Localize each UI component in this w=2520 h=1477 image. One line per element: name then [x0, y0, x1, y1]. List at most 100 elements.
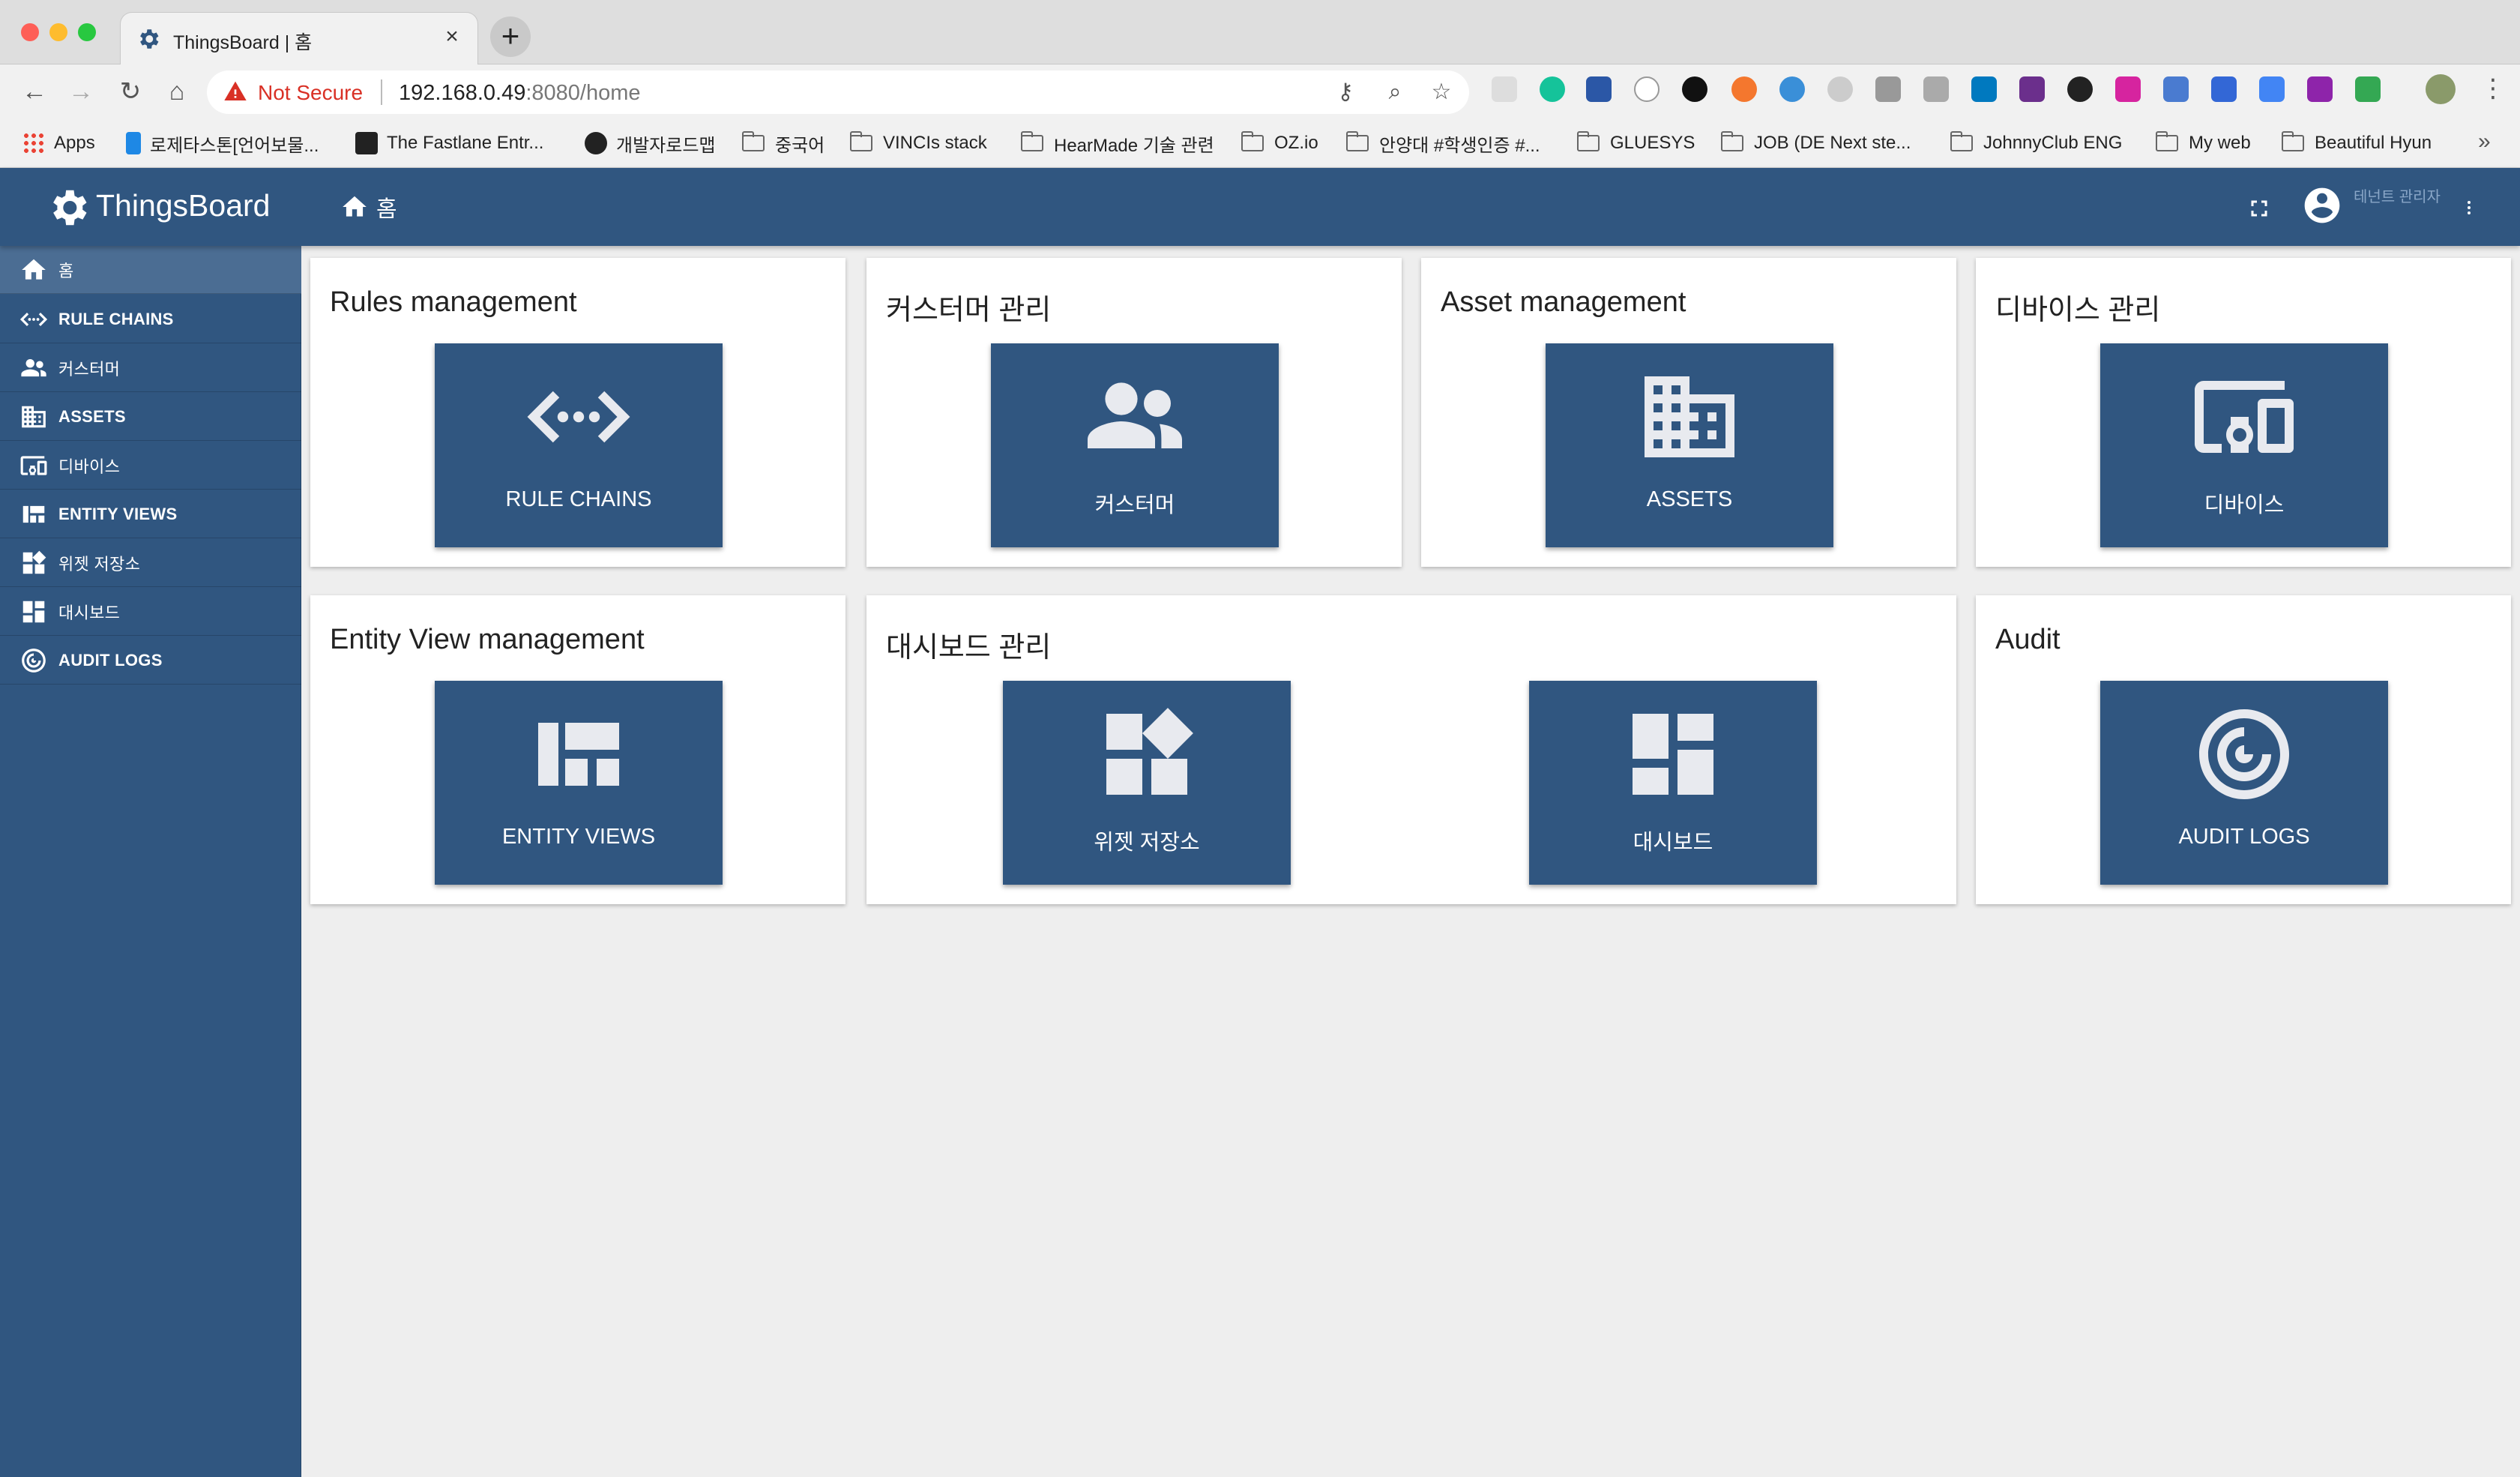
sidebar-item-rule-chains[interactable]: RULE CHAINS — [0, 295, 301, 343]
bookmark-folder[interactable]: HearMade 기술 관련 — [1020, 129, 1214, 157]
bookmark-folder[interactable]: 중국어 — [741, 129, 825, 157]
tab-close-icon[interactable]: × — [438, 23, 465, 50]
sidebar-item-entity-views[interactable]: ENTITY VIEWS — [0, 490, 301, 538]
tile-customers[interactable]: 커스터머 — [991, 343, 1279, 547]
bookmark-item[interactable]: 개발자로드맵 — [585, 129, 715, 157]
tile-entity-views[interactable]: ENTITY VIEWS — [435, 681, 723, 885]
tile-dashboards[interactable]: 대시보드 — [1529, 681, 1817, 885]
extension-green-icon[interactable] — [2355, 76, 2381, 102]
home-icon — [19, 256, 48, 284]
devices-icon — [19, 451, 48, 480]
sidebar-item-home[interactable]: 홈 — [0, 246, 301, 294]
url-text[interactable]: 192.168.0.49:8080/home — [399, 81, 641, 106]
new-tab-button[interactable]: + — [490, 16, 531, 57]
bookmark-folder[interactable]: OZ.io — [1241, 129, 1318, 157]
browser-toolbar: ← → ↻ ⌂ Not Secure 192.168.0.49:8080/hom… — [0, 64, 2520, 118]
bookmark-apps[interactable]: Apps — [22, 129, 95, 157]
security-label[interactable]: Not Secure — [258, 81, 363, 105]
sidebar-item-assets[interactable]: ASSETS — [0, 393, 301, 441]
bookmark-item[interactable]: The Fastlane Entr... — [355, 129, 543, 157]
bookmark-folder[interactable]: My web — [2155, 129, 2251, 157]
extension-instagram-icon[interactable] — [2115, 76, 2141, 102]
bookmark-label: My web — [2189, 133, 2251, 153]
extension-window-icon[interactable] — [1875, 76, 1901, 102]
extension-check-icon[interactable] — [2019, 76, 2045, 102]
extension-globe-icon[interactable] — [1779, 76, 1805, 102]
minimize-window-button[interactable] — [49, 23, 67, 41]
bookmark-star-icon[interactable]: ☆ — [1427, 78, 1456, 106]
widgets-icon — [1093, 700, 1201, 808]
breadcrumb[interactable]: 홈 — [340, 190, 397, 223]
bookmark-item[interactable]: 로제타스톤[언어보물... — [126, 129, 319, 157]
assets-icon — [1636, 363, 1743, 471]
bookmark-folder[interactable]: JOB (DE Next ste... — [1720, 129, 1911, 157]
extension-download-icon[interactable] — [2067, 76, 2093, 102]
sidebar-item-audit-logs[interactable]: AUDIT LOGS — [0, 637, 301, 685]
account-circle-icon[interactable] — [2301, 184, 2343, 226]
extension-dark-icon[interactable] — [1682, 76, 1707, 102]
browser-tab[interactable]: ThingsBoard | 홈 × — [120, 12, 478, 64]
bookmark-folder[interactable]: Beautiful Hyun — [2281, 129, 2432, 157]
extension-calendar-icon[interactable] — [2163, 76, 2189, 102]
address-bar[interactable]: Not Secure 192.168.0.49:8080/home ⚷ ⌕ ☆ — [207, 70, 1469, 114]
extension-cast-icon[interactable] — [1492, 76, 1517, 102]
card-asset-management: Asset management ASSETS — [1421, 258, 1956, 567]
extension-google-translate-icon[interactable] — [2259, 76, 2285, 102]
maximize-window-button[interactable] — [78, 23, 96, 41]
tile-rule-chains[interactable]: RULE CHAINS — [435, 343, 723, 547]
close-window-button[interactable] — [21, 23, 39, 41]
folder-icon — [1576, 131, 1600, 151]
card-audit: Audit AUDIT LOGS — [1976, 595, 2511, 904]
sidebar-item-devices[interactable]: 디바이스 — [0, 442, 301, 490]
tile-widgets-bundles[interactable]: 위젯 저장소 — [1003, 681, 1291, 885]
bookmark-folder[interactable]: VINCIs stack — [849, 129, 987, 157]
sidebar-item-label: 디바이스 — [58, 457, 121, 476]
more-vert-icon[interactable] — [2460, 190, 2478, 225]
bookmark-folder[interactable]: JohnnyClub ENG — [1950, 129, 2122, 157]
audit-logs-icon — [19, 646, 48, 675]
extension-clock-icon[interactable] — [1827, 76, 1853, 102]
app-logo-text[interactable]: ThingsBoard — [96, 188, 270, 223]
tile-devices[interactable]: 디바이스 — [2100, 343, 2388, 547]
bookmark-folder[interactable]: GLUESYS — [1576, 129, 1695, 157]
zoom-icon[interactable]: ⌕ — [1381, 78, 1409, 106]
extension-tag-icon[interactable] — [1923, 76, 1949, 102]
back-arrow-icon[interactable]: ← — [18, 75, 51, 108]
extension-bookmark-icon[interactable] — [1586, 76, 1612, 102]
tile-label: 대시보드 — [1633, 831, 1713, 855]
extension-rp-icon[interactable] — [2307, 76, 2333, 102]
tile-assets[interactable]: ASSETS — [1546, 343, 1833, 547]
card-entity-view-management: Entity View management ENTITY VIEWS — [310, 595, 845, 904]
key-icon[interactable]: ⚷ — [1331, 78, 1360, 106]
home-icon[interactable]: ⌂ — [160, 75, 193, 108]
extension-orange-icon[interactable] — [1731, 76, 1757, 102]
folder-icon — [1241, 131, 1264, 151]
card-customer-management: 커스터머 관리 커스터머 — [866, 258, 1402, 567]
audit-logs-icon — [2190, 700, 2298, 808]
profile-avatar[interactable] — [2426, 74, 2456, 104]
card-title: 대시보드 관리 — [886, 632, 1052, 664]
bookmark-label: OZ.io — [1274, 133, 1318, 153]
extension-h-icon[interactable] — [1634, 76, 1660, 102]
sidebar-item-label: AUDIT LOGS — [58, 650, 163, 670]
tile-label: 디바이스 — [2204, 493, 2285, 517]
dashboards-icon — [19, 598, 48, 626]
bookmark-folder[interactable]: 안양대 #학생인증 #... — [1345, 129, 1540, 157]
forward-arrow-icon[interactable]: → — [64, 75, 97, 108]
fullscreen-icon[interactable] — [2246, 195, 2273, 222]
extension-grammarly-icon[interactable] — [1540, 76, 1565, 102]
extension-translate-icon[interactable] — [2211, 76, 2237, 102]
browser-menu-icon[interactable]: ⋮ — [2478, 72, 2508, 105]
tile-audit-logs[interactable]: AUDIT LOGS — [2100, 681, 2388, 885]
card-title: 디바이스 관리 — [1995, 295, 2161, 326]
thingsboard-logo-icon[interactable] — [45, 184, 91, 231]
extension-trello-icon[interactable] — [1971, 76, 1997, 102]
folder-icon — [741, 131, 765, 151]
sidebar-item-dashboards[interactable]: 대시보드 — [0, 588, 301, 636]
tile-label: 위젯 저장소 — [1094, 831, 1200, 855]
sidebar-item-widgets[interactable]: 위젯 저장소 — [0, 539, 301, 587]
more-bookmarks-icon[interactable]: » — [2478, 129, 2491, 154]
home-icon — [340, 193, 369, 221]
sidebar-item-customers[interactable]: 커스터머 — [0, 344, 301, 392]
reload-icon[interactable]: ↻ — [114, 75, 147, 108]
